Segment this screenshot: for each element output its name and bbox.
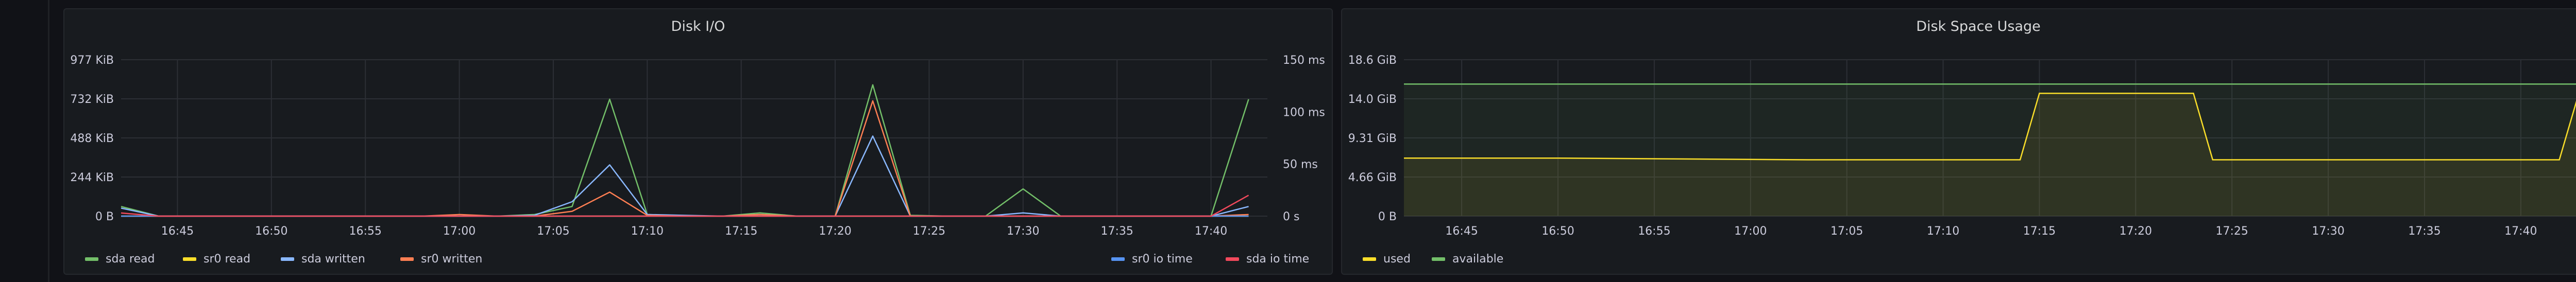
y-tick-label: 732 KiB	[70, 93, 114, 106]
x-tick-label: 16:55	[349, 225, 381, 238]
x-tick-label: 17:05	[537, 225, 569, 238]
y-tick-label: 488 KiB	[70, 132, 114, 145]
x-tick-label: 16:45	[1445, 225, 1478, 238]
legend-label: used	[1383, 253, 1411, 266]
x-tick-label: 17:30	[1007, 225, 1039, 238]
series-line-sda-io-time	[121, 195, 1249, 217]
legend-swatch	[281, 257, 294, 261]
legend-label: sr0 written	[421, 253, 482, 266]
y-tick-label: 0 B	[1378, 210, 1397, 223]
left-divider	[48, 0, 49, 282]
series-line-sda-read	[121, 84, 1249, 217]
series-line-sda-written	[121, 135, 1249, 217]
x-tick-label: 17:35	[2408, 225, 2441, 238]
legend-swatch	[1363, 257, 1376, 261]
legend-swatch	[1111, 257, 1125, 261]
x-tick-label: 17:30	[2312, 225, 2344, 238]
x-tick-label: 17:25	[2216, 225, 2248, 238]
y-tick-label: 0 B	[95, 210, 114, 223]
x-tick-label: 17:35	[1100, 225, 1133, 238]
legend-label: sda written	[301, 253, 365, 266]
legend-label: sr0 io time	[1132, 253, 1193, 266]
legend-label: sr0 read	[204, 253, 250, 266]
legend-swatch	[400, 257, 414, 261]
x-tick-label: 17:20	[819, 225, 851, 238]
x-tick-label: 17:20	[2120, 225, 2152, 238]
y-right-tick-label: 0 s	[1283, 210, 1299, 223]
y-tick-label: 14.0 GiB	[1348, 93, 1397, 106]
y-tick-label: 4.66 GiB	[1348, 171, 1397, 184]
disk-io-chart: 0 B 244 KiB 488 KiB 732 KiB 977 KiB 0 s 50 ms 1…	[70, 54, 1325, 266]
disk-space-chart: 0 B 4.66 GiB 9.31 GiB 14.0 GiB 18.6 GiB 16:45…	[1348, 54, 2576, 266]
disk-space-panel: Disk Space Usage 0 B 4.66 GiB 9.31 GiB 14.0…	[1341, 8, 2576, 275]
x-tick-label: 16:50	[255, 225, 287, 238]
legend-swatch	[183, 257, 196, 261]
x-tick-label: 17:15	[725, 225, 757, 238]
disk-io-panel: Disk I/O 0 B 244 KiB 488 KiB 732 KiB 977 KiB…	[63, 8, 1333, 275]
x-tick-label: 17:00	[443, 225, 476, 238]
x-tick-label: 16:45	[161, 225, 194, 238]
x-tick-label: 17:00	[1734, 225, 1767, 238]
x-tick-label: 17:10	[631, 225, 664, 238]
x-tick-label: 16:50	[1541, 225, 1574, 238]
y-right-tick-label: 150 ms	[1283, 54, 1325, 67]
x-tick-label: 16:55	[1638, 225, 1670, 238]
y-tick-label: 18.6 GiB	[1348, 54, 1397, 67]
left-strip	[0, 0, 48, 282]
legend-swatch	[85, 257, 98, 261]
series-line-sr0-written	[121, 100, 1249, 217]
legend-label: available	[1452, 253, 1503, 266]
y-tick-label: 977 KiB	[70, 54, 114, 67]
y-tick-label: 9.31 GiB	[1348, 132, 1397, 145]
x-tick-label: 17:40	[2504, 225, 2537, 238]
y-right-tick-label: 50 ms	[1283, 158, 1318, 171]
y-tick-label: 244 KiB	[70, 171, 114, 184]
x-tick-label: 17:25	[913, 225, 945, 238]
legend-swatch	[1432, 257, 1445, 261]
legend-label: sda io time	[1246, 253, 1309, 266]
x-tick-label: 17:40	[1195, 225, 1227, 238]
legend-label: sda read	[106, 253, 155, 266]
y-right-tick-label: 100 ms	[1283, 106, 1325, 119]
x-tick-label: 17:10	[1927, 225, 1959, 238]
x-tick-label: 17:15	[2023, 225, 2056, 238]
legend-swatch	[1226, 257, 1239, 261]
x-tick-label: 17:05	[1831, 225, 1863, 238]
